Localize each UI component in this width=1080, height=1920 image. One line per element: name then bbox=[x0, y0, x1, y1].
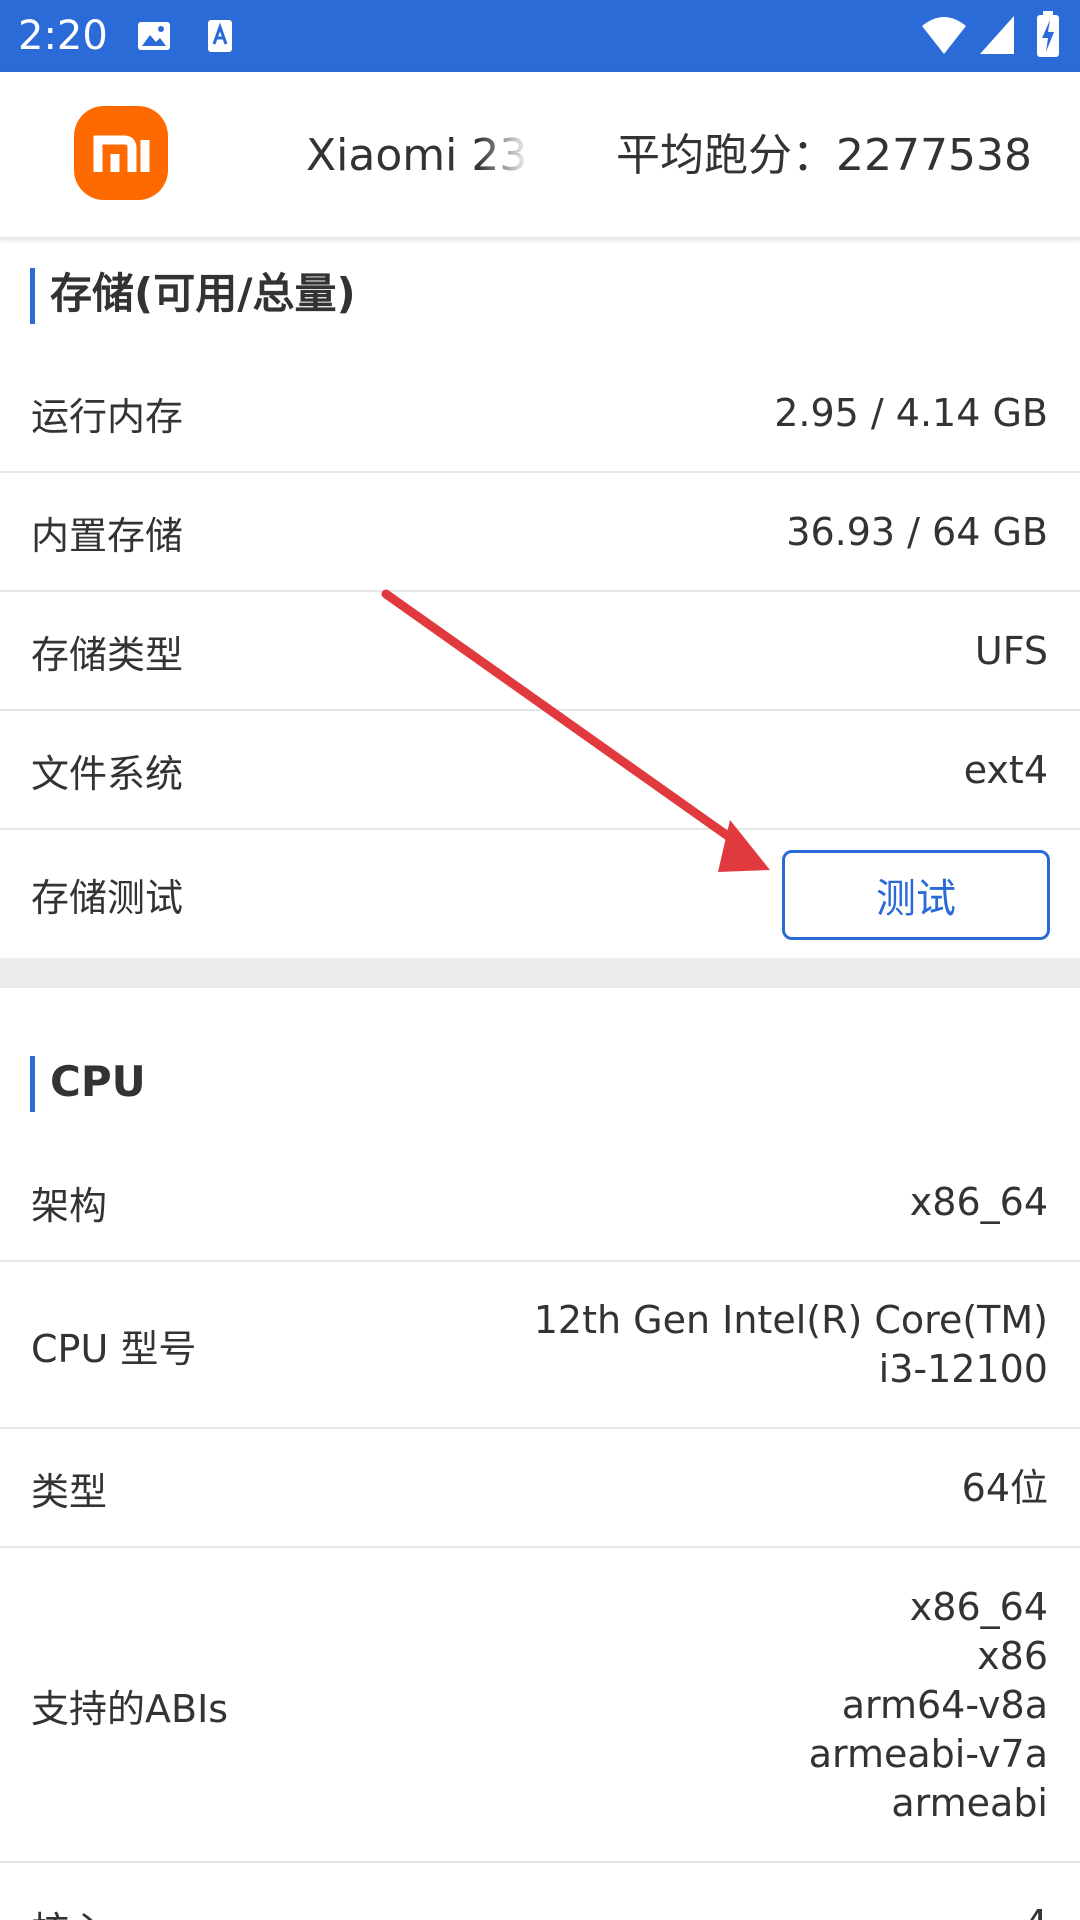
row-label: 运行内存 bbox=[31, 394, 184, 439]
row-label: 内置存储 bbox=[31, 513, 184, 558]
row-label: 支持的ABIs bbox=[31, 1686, 229, 1731]
cpu-section-title: CPU bbox=[30, 1052, 146, 1112]
abi-item: armeabi-v7a bbox=[808, 1731, 1048, 1776]
abi-item: armeabi bbox=[891, 1780, 1048, 1825]
abi-item: arm64-v8a bbox=[841, 1682, 1048, 1727]
row-value: ext4 bbox=[963, 747, 1048, 792]
average-score-label: 平均跑分： bbox=[616, 130, 837, 181]
font-icon bbox=[200, 16, 240, 56]
storage-row-ram: 运行内存 2.95 / 4.14 GB bbox=[0, 355, 1080, 473]
row-label: 核心 bbox=[31, 1864, 107, 1920]
average-score: 平均跑分：2277538 bbox=[616, 126, 1032, 186]
status-time: 2:20 bbox=[18, 13, 108, 59]
row-value: 36.93 / 64 GB bbox=[786, 509, 1048, 554]
cpu-row-arch: 架构 x86_64 bbox=[0, 1144, 1080, 1262]
cpu-model-line: i3-12100 bbox=[878, 1347, 1048, 1391]
storage-row-type: 存储类型 UFS bbox=[0, 593, 1080, 711]
storage-test-button[interactable]: 测试 bbox=[782, 850, 1050, 940]
row-label: 类型 bbox=[31, 1469, 108, 1514]
section-divider bbox=[0, 958, 1080, 988]
abi-item: x86_64 bbox=[909, 1584, 1048, 1629]
signal-icon bbox=[978, 14, 1016, 56]
row-value: 4 bbox=[1024, 1864, 1048, 1920]
storage-row-test: 存储测试 测试 bbox=[0, 831, 1080, 958]
status-bar: 2:20 bbox=[0, 0, 1080, 72]
row-value: x86_64 x86 arm64-v8a armeabi-v7a armeabi bbox=[809, 1549, 1048, 1861]
cpu-row-model: CPU 型号 12th Gen Intel(R) Core(TM) i3-121… bbox=[0, 1263, 1080, 1429]
row-value: 2.95 / 4.14 GB bbox=[774, 390, 1048, 435]
row-value: 12th Gen Intel(R) Core(TM) i3-12100 bbox=[534, 1263, 1048, 1427]
average-score-value: 2277538 bbox=[836, 130, 1032, 181]
gallery-icon bbox=[134, 16, 174, 56]
wifi-icon bbox=[920, 14, 968, 56]
row-value: UFS bbox=[974, 628, 1048, 673]
battery-charging-icon bbox=[1034, 10, 1062, 58]
row-value: x86_64 bbox=[909, 1179, 1048, 1224]
device-header: Xiaomi 23 平均跑分：2277538 bbox=[0, 72, 1080, 238]
storage-row-internal: 内置存储 36.93 / 64 GB bbox=[0, 474, 1080, 592]
device-name-fade bbox=[478, 126, 530, 186]
cpu-row-cores: 核心 4 bbox=[0, 1864, 1080, 1920]
cpu-model-line: 12th Gen Intel(R) Core(TM) bbox=[533, 1298, 1048, 1342]
row-label: 存储测试 bbox=[31, 876, 184, 920]
row-label: 架构 bbox=[31, 1183, 108, 1228]
cpu-row-abis: 支持的ABIs x86_64 x86 arm64-v8a armeabi-v7a… bbox=[0, 1549, 1080, 1863]
xiaomi-logo bbox=[74, 106, 168, 200]
cpu-row-type: 类型 64位 bbox=[0, 1430, 1080, 1548]
row-label: 文件系统 bbox=[31, 751, 184, 796]
abi-item: x86 bbox=[977, 1633, 1048, 1678]
storage-section-title: 存储(可用/总量) bbox=[30, 264, 356, 324]
row-label: CPU 型号 bbox=[31, 1326, 197, 1371]
storage-row-filesystem: 文件系统 ext4 bbox=[0, 712, 1080, 830]
row-label: 存储类型 bbox=[31, 632, 184, 677]
row-value: 64位 bbox=[961, 1465, 1048, 1510]
xiaomi-logo-mark bbox=[93, 135, 150, 172]
